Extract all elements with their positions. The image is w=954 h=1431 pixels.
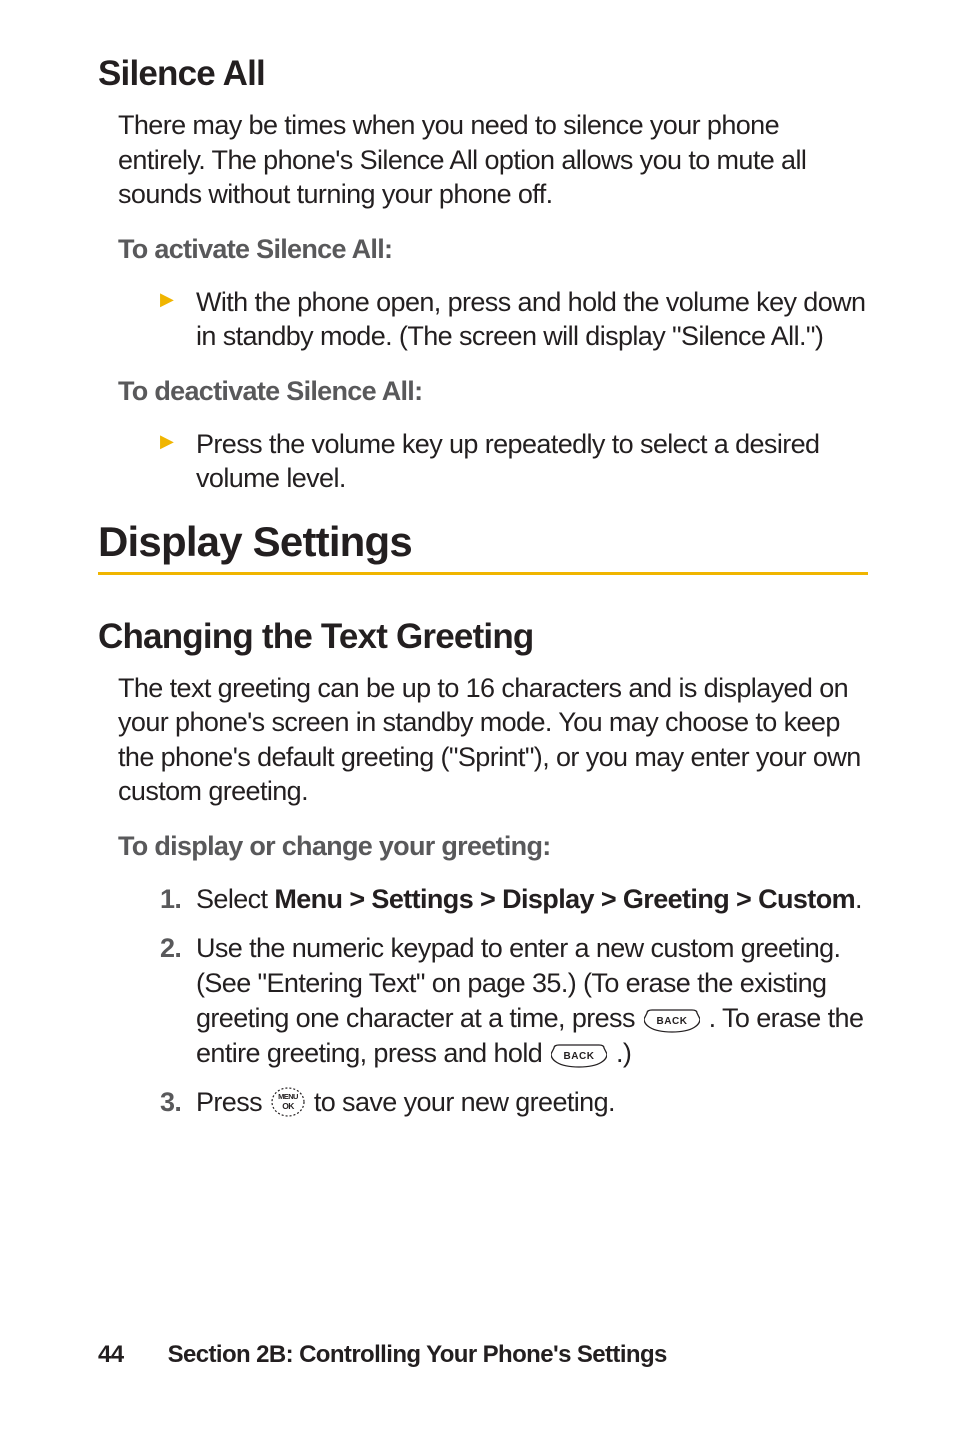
steps-greeting: Select Menu > Settings > Display > Greet… [98,882,868,1121]
step-text: Press [196,1087,269,1117]
list-deactivate-silence: Press the volume key up repeatedly to se… [98,427,868,496]
lead-deactivate-silence: To deactivate Silence All: [118,376,868,407]
step-text: Select [196,884,274,914]
page-number: 44 [98,1341,124,1368]
back-key-icon: BACK [551,1044,607,1068]
list-activate-silence: With the phone open, press and hold the … [98,285,868,354]
lead-display-change-greeting: To display or change your greeting: [118,831,868,862]
svg-text:MENU: MENU [278,1092,298,1101]
step-text: . [855,884,862,914]
paragraph-greeting-intro: The text greeting can be up to 16 charac… [118,671,868,809]
list-item: With the phone open, press and hold the … [160,285,868,354]
page: Silence All There may be times when you … [0,0,954,1431]
list-item: Use the numeric keypad to enter a new cu… [160,931,868,1071]
lead-activate-silence: To activate Silence All: [118,234,868,265]
heading-display-settings: Display Settings [98,518,868,575]
section-label: Section 2B: Controlling Your Phone's Set… [168,1341,667,1368]
svg-text:BACK: BACK [656,1016,687,1027]
heading-changing-text-greeting: Changing the Text Greeting [98,617,868,657]
svg-text:OK: OK [282,1101,295,1111]
svg-text:BACK: BACK [564,1051,595,1062]
step-text-bold: Menu > Settings > Display > Greeting > C… [274,884,855,914]
back-key-icon: BACK [644,1009,700,1033]
page-footer: 44 Section 2B: Controlling Your Phone's … [98,1341,667,1369]
step-text: to save your new greeting. [314,1087,615,1117]
list-item: Press the volume key up repeatedly to se… [160,427,868,496]
list-item: Select Menu > Settings > Display > Greet… [160,882,868,917]
paragraph-silence-intro: There may be times when you need to sile… [118,108,868,212]
heading-silence-all: Silence All [98,54,868,94]
list-item: Press MENU OK to save your new greeting. [160,1085,868,1120]
step-text: .) [616,1038,631,1068]
menu-ok-key-icon: MENU OK [271,1087,305,1117]
